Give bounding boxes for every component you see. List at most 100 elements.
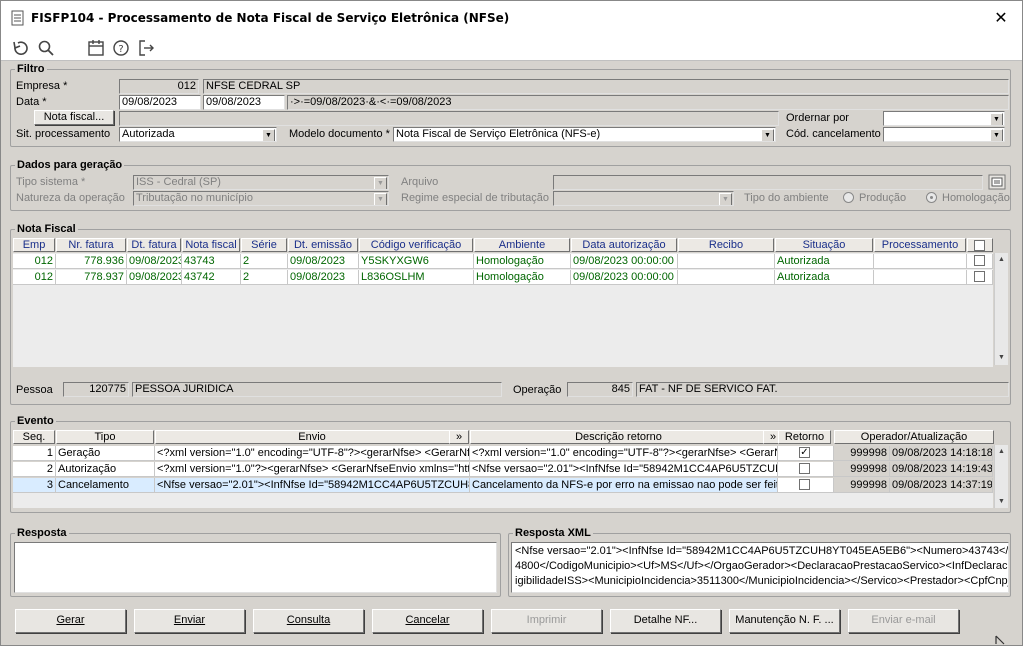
retorno-cell[interactable]	[778, 462, 834, 477]
table-cell[interactable]: L836OSLHM	[359, 270, 474, 285]
column-header[interactable]: Operador/Atualização	[834, 430, 994, 444]
column-header[interactable]: Nota fiscal	[182, 238, 240, 252]
data-to-field[interactable]: 09/08/2023	[203, 95, 285, 110]
scroll-down-icon[interactable]: ▼	[995, 495, 1008, 508]
table-cell[interactable]: Cancelamento	[56, 478, 155, 493]
exit-icon[interactable]	[137, 39, 155, 57]
sit-processamento-select[interactable]: Autorizada ▼	[119, 127, 277, 142]
cod-cancelamento-select[interactable]: ▼	[883, 127, 1005, 142]
manutencao-nf-button[interactable]: Manutenção N. F. ...	[729, 609, 840, 633]
row-select-cell[interactable]	[967, 254, 993, 269]
column-header[interactable]: Data autorização	[571, 238, 677, 252]
table-cell[interactable]: 778.937	[56, 270, 127, 285]
table-cell[interactable]: 09/08/2023 00:00:00	[571, 254, 678, 269]
chevron-down-icon[interactable]: ▼	[990, 113, 1003, 125]
table-cell[interactable]: 09/08/2023	[288, 270, 359, 285]
table-cell[interactable]	[678, 270, 775, 285]
table-cell[interactable]: <?xml version="1.0" encoding="UTF-8"?><g…	[155, 446, 470, 461]
table-cell[interactable]: Autorizada	[775, 270, 874, 285]
column-header[interactable]: Recibo	[678, 238, 774, 252]
table-cell[interactable]: Geração	[56, 446, 155, 461]
table-cell[interactable]	[678, 254, 775, 269]
column-header[interactable]: Nr. fatura	[56, 238, 126, 252]
table-cell[interactable]: <Nfse versao="2.01"><InfNfse Id="58942M1…	[470, 462, 778, 477]
select-all-checkbox[interactable]	[974, 240, 985, 251]
column-header[interactable]: Seq.	[13, 430, 55, 444]
enviar-button[interactable]: Enviar	[134, 609, 245, 633]
nota-fiscal-button[interactable]: Nota fiscal...	[34, 110, 114, 125]
search-icon[interactable]	[37, 39, 55, 57]
chevron-down-icon[interactable]: ▼	[990, 129, 1003, 141]
table-cell[interactable]: 09/08/2023	[127, 270, 182, 285]
table-cell[interactable]: 1	[13, 446, 56, 461]
table-cell[interactable]: 012	[13, 254, 56, 269]
table-cell[interactable]: 2	[241, 254, 288, 269]
table-cell[interactable]: 012	[13, 270, 56, 285]
table-cell[interactable]: 09/08/2023	[288, 254, 359, 269]
table-cell[interactable]: 3	[13, 478, 56, 493]
table-cell[interactable]: 2	[13, 462, 56, 477]
table-cell[interactable]: 09/08/2023	[127, 254, 182, 269]
table-cell[interactable]: 43742	[182, 270, 241, 285]
table-cell[interactable]: 778.936	[56, 254, 127, 269]
retorno-checkbox[interactable]	[799, 463, 810, 474]
column-header[interactable]: Dt. fatura	[127, 238, 181, 252]
nf-vertical-scrollbar[interactable]: ▲ ▼	[994, 253, 1008, 365]
table-cell[interactable]: 2	[241, 270, 288, 285]
column-header[interactable]: Processamento	[874, 238, 966, 252]
gerar-button[interactable]: Gerar	[15, 609, 126, 633]
data-from-field[interactable]: 09/08/2023	[119, 95, 201, 110]
table-cell[interactable]	[874, 254, 967, 269]
retorno-checkbox[interactable]	[799, 479, 810, 490]
resposta-xml-textarea[interactable]: <Nfse versao="2.01"><InfNfse Id="58942M1…	[511, 542, 1009, 593]
column-header[interactable]: Código verificação	[359, 238, 473, 252]
detalhe-nf-button[interactable]: Detalhe NF...	[610, 609, 721, 633]
column-header[interactable]: Dt. emissão	[288, 238, 358, 252]
table-cell[interactable]: 999998	[834, 462, 890, 477]
chevron-down-icon[interactable]: ▼	[262, 129, 275, 141]
table-cell[interactable]	[874, 270, 967, 285]
row-checkbox[interactable]	[974, 271, 985, 282]
scroll-up-icon[interactable]: ▲	[995, 445, 1008, 458]
calendar-icon[interactable]	[87, 39, 105, 57]
table-cell[interactable]: Autorizada	[775, 254, 874, 269]
table-cell[interactable]: 999998	[834, 478, 890, 493]
close-button[interactable]: ✕	[989, 7, 1013, 29]
retorno-checkbox[interactable]: ✓	[799, 447, 810, 458]
table-cell[interactable]: Autorização	[56, 462, 155, 477]
consulta-button[interactable]: Consulta	[253, 609, 364, 633]
evento-vertical-scrollbar[interactable]: ▲ ▼	[994, 445, 1008, 508]
table-cell[interactable]: 09/08/2023 00:00:00	[571, 270, 678, 285]
ordenar-select[interactable]: ▼	[883, 111, 1005, 126]
column-header[interactable]: Descrição retorno	[470, 430, 767, 444]
table-cell[interactable]: Homologação	[474, 270, 571, 285]
resize-grip-icon[interactable]	[994, 635, 1008, 646]
select-all-header[interactable]	[967, 238, 993, 252]
table-cell[interactable]: <?xml version="1.0" encoding="UTF-8"?><g…	[470, 446, 778, 461]
retorno-cell[interactable]: ✓	[778, 446, 834, 461]
folder-browse-icon[interactable]	[988, 174, 1006, 190]
expand-column-button[interactable]: »	[449, 430, 469, 444]
scroll-up-icon[interactable]: ▲	[995, 253, 1008, 266]
retorno-cell[interactable]	[778, 478, 834, 493]
resposta-textarea[interactable]	[14, 542, 497, 593]
column-header[interactable]: Envio	[155, 430, 469, 444]
table-cell[interactable]: <?xml version="1.0"?><gerarNfse> <GerarN…	[155, 462, 470, 477]
column-header[interactable]: Situação	[775, 238, 873, 252]
chevron-down-icon[interactable]: ▼	[761, 129, 774, 141]
table-cell[interactable]: 09/08/2023 14:18:18	[890, 446, 993, 461]
row-select-cell[interactable]	[967, 270, 993, 285]
table-cell[interactable]: 999998	[834, 446, 890, 461]
column-header[interactable]: Emp	[13, 238, 55, 252]
table-cell[interactable]: Homologação	[474, 254, 571, 269]
modelo-documento-select[interactable]: Nota Fiscal de Serviço Eletrônica (NFS-e…	[393, 127, 776, 142]
scroll-down-icon[interactable]: ▼	[995, 351, 1008, 364]
table-cell[interactable]: Y5SKYXGW6	[359, 254, 474, 269]
table-cell[interactable]: 09/08/2023 14:37:19	[890, 478, 993, 493]
column-header[interactable]: Tipo	[56, 430, 154, 444]
column-header[interactable]: Ambiente	[474, 238, 570, 252]
table-cell[interactable]: Cancelamento da NFS-e por erro na emissa…	[470, 478, 778, 493]
cancelar-button[interactable]: Cancelar	[372, 609, 483, 633]
column-header[interactable]: Série	[241, 238, 287, 252]
empresa-code-field[interactable]: 012	[119, 79, 199, 94]
